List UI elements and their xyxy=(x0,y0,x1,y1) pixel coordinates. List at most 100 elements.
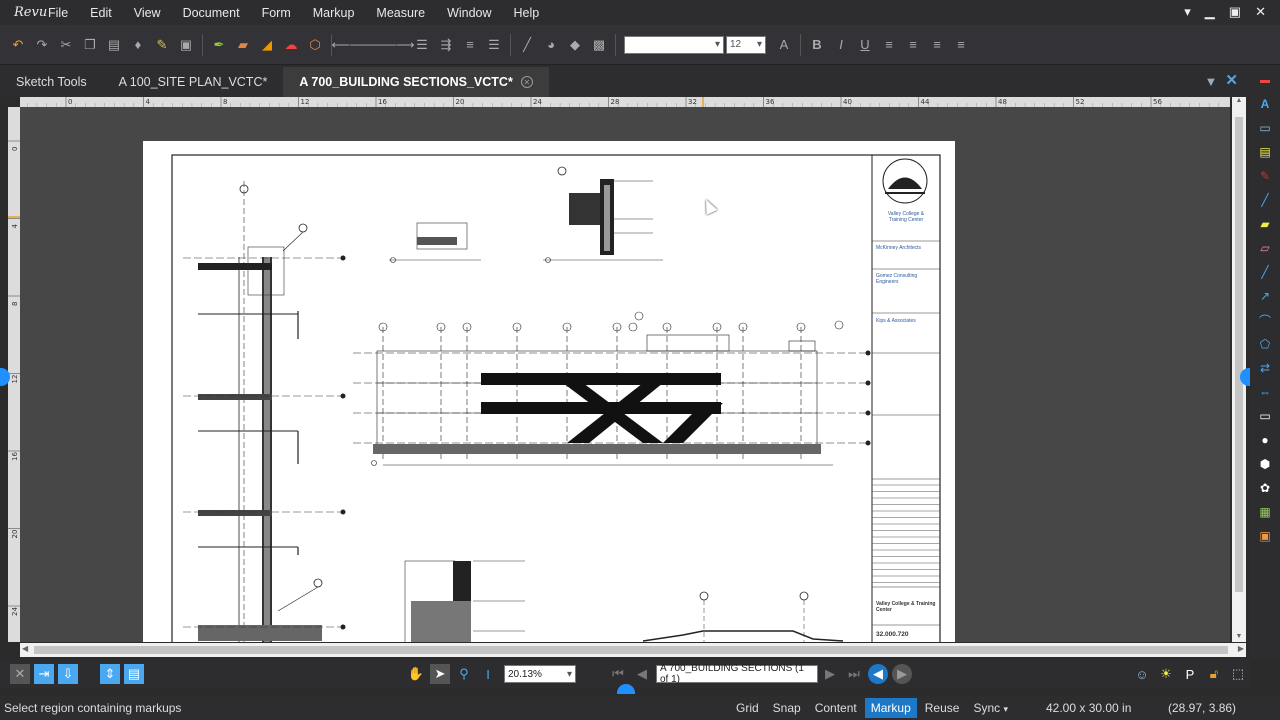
scroll-up-icon[interactable]: ▲ xyxy=(1232,97,1246,104)
tab-sketch-tools[interactable]: Sketch Tools xyxy=(0,67,103,97)
align-left-icon[interactable]: ≡ xyxy=(903,35,923,55)
arrow-tool-icon[interactable]: ↗ xyxy=(1256,287,1274,305)
pdf-icon[interactable]: P xyxy=(1180,664,1200,684)
scroll-down-icon[interactable]: ▼ xyxy=(1232,633,1246,640)
first-page-icon[interactable]: ⏮ xyxy=(608,664,628,684)
fill-color-icon[interactable]: ◕ xyxy=(541,35,561,55)
scroll-left-icon[interactable]: ◀ xyxy=(22,644,28,653)
scroll-thumb[interactable] xyxy=(1235,117,1243,592)
scroll-thumb[interactable] xyxy=(34,646,1228,654)
document-canvas[interactable]: Valley College & Training Center McKinne… xyxy=(20,107,1230,642)
previous-page-icon[interactable]: ◀ xyxy=(632,664,652,684)
polygon-icon[interactable]: ⬡ xyxy=(305,35,325,55)
last-page-icon[interactable]: ⏭ xyxy=(844,664,864,684)
zoom-level-select[interactable]: 20.13% ▾ xyxy=(504,665,576,683)
eraser-tool-icon[interactable]: ▱ xyxy=(1256,239,1274,257)
polygon-tool-icon[interactable]: ⬢ xyxy=(1256,455,1274,473)
menu-file[interactable]: File xyxy=(40,6,82,20)
fit-width-icon[interactable]: ▤ xyxy=(124,664,144,684)
undo-icon[interactable]: ↶ xyxy=(8,35,28,55)
polyline-icon[interactable]: ⬠ xyxy=(1256,335,1274,353)
lightbulb-icon[interactable]: ☀ xyxy=(1156,664,1176,684)
stamp-tool-icon[interactable]: ▣ xyxy=(1256,527,1274,545)
align-center-icon[interactable]: ≡ xyxy=(927,35,947,55)
ellipse-icon[interactable]: ● xyxy=(1256,431,1274,449)
camera-icon[interactable]: ▣ xyxy=(176,35,196,55)
menu-document[interactable]: Document xyxy=(175,6,254,20)
import-icon[interactable]: ⇥ xyxy=(34,664,54,684)
note-icon[interactable]: ▤ xyxy=(1256,143,1274,161)
highlight-tool-icon[interactable]: ▰ xyxy=(1256,215,1274,233)
zoom-icon[interactable]: ⚲ xyxy=(454,664,474,684)
close-icon[interactable]: ✕ xyxy=(1255,4,1266,20)
strikethrough-icon[interactable]: ≡ xyxy=(879,35,899,55)
line-tool-icon[interactable]: ╱ xyxy=(1256,191,1274,209)
content-toggle[interactable]: Content xyxy=(809,698,863,718)
list-icon[interactable]: ☰ xyxy=(412,35,432,55)
dimension-icon[interactable]: ⇄ xyxy=(1256,359,1274,377)
page-select[interactable]: A 700_BUILDING SECTIONS (1 of 1) xyxy=(656,663,818,685)
dropdown-arrow-icon[interactable]: ▾ xyxy=(1184,4,1191,20)
user-icon[interactable]: ☺ xyxy=(1132,664,1152,684)
tag-icon[interactable]: ⬚ xyxy=(1228,664,1248,684)
close-tab-icon[interactable]: ✕ xyxy=(520,76,533,88)
menu-help[interactable]: Help xyxy=(506,6,554,20)
rectangle-icon[interactable]: ▭ xyxy=(1256,407,1274,425)
pen-tool-icon[interactable]: ✎ xyxy=(1256,167,1274,185)
arrow-line-icon[interactable]: ⟵─────⟶ xyxy=(331,35,414,55)
cloud-tool-icon[interactable]: ✿ xyxy=(1256,479,1274,497)
text-tool-icon[interactable]: A xyxy=(1256,95,1274,113)
underline-icon[interactable]: U xyxy=(855,35,875,55)
opacity-icon[interactable]: ◆ xyxy=(565,35,585,55)
highlighter-icon[interactable]: ▰ xyxy=(233,35,253,55)
measure-icon[interactable]: ⇔ xyxy=(1256,383,1274,401)
sync-toggle[interactable]: Sync ▾ xyxy=(967,698,1014,718)
select-arrow-icon[interactable]: ➤ xyxy=(430,664,450,684)
italic-icon[interactable]: I xyxy=(831,35,851,55)
hatch-icon[interactable]: ▩ xyxy=(589,35,609,55)
reuse-toggle[interactable]: Reuse xyxy=(919,698,966,718)
tab-list-icon[interactable]: ▼ xyxy=(1205,74,1218,89)
menu-measure[interactable]: Measure xyxy=(368,6,439,20)
pen-icon[interactable]: ✒ xyxy=(209,35,229,55)
menu-edit[interactable]: Edit xyxy=(82,6,126,20)
delete-icon[interactable]: ✕ xyxy=(10,664,30,684)
paste-icon[interactable]: ▤ xyxy=(104,35,124,55)
arc-tool-icon[interactable]: ⌒ xyxy=(1256,311,1274,329)
select-text-icon[interactable]: I xyxy=(478,664,498,684)
snap-toggle[interactable]: Snap xyxy=(767,698,807,718)
maximize-icon[interactable]: ▣ xyxy=(1229,4,1241,20)
back-view-icon[interactable]: ◀ xyxy=(868,664,888,684)
cloud-icon[interactable]: ☁ xyxy=(281,35,301,55)
cut-icon[interactable]: ✂ xyxy=(56,35,76,55)
horizontal-scrollbar[interactable]: ◀ ▶ xyxy=(20,643,1246,657)
eraser-icon[interactable]: ◢ xyxy=(257,35,277,55)
indent-icon[interactable]: ⇶ xyxy=(436,35,456,55)
line-weight-icon[interactable]: ☰ xyxy=(484,35,504,55)
forward-view-icon[interactable]: ▶ xyxy=(892,664,912,684)
font-name-select[interactable]: ▾ xyxy=(624,35,724,54)
menu-view[interactable]: View xyxy=(126,6,175,20)
export-icon[interactable]: ⇩ xyxy=(58,664,78,684)
tab-building-sections[interactable]: A 700_BUILDING SECTIONS_VCTC* ✕ xyxy=(283,67,549,97)
menu-window[interactable]: Window xyxy=(439,6,505,20)
next-page-icon[interactable]: ▶ xyxy=(820,664,840,684)
align-right-icon[interactable]: ≡ xyxy=(951,35,971,55)
stamp-icon[interactable]: ♦ xyxy=(128,35,148,55)
minimize-icon[interactable]: ▁ xyxy=(1205,4,1215,20)
scroll-right-icon[interactable]: ▶ xyxy=(1238,644,1244,653)
bold-icon[interactable]: B xyxy=(807,35,827,55)
brush-icon[interactable]: ✎ xyxy=(152,35,172,55)
font-color-icon[interactable]: A xyxy=(774,35,794,55)
menu-form[interactable]: Form xyxy=(254,6,305,20)
lock-icon[interactable]: 🔓︎ xyxy=(1204,664,1224,684)
font-size-select[interactable]: 12 ▾ xyxy=(726,35,766,54)
line-style-icon[interactable]: ≡ xyxy=(460,35,480,55)
copy-icon[interactable]: ❐ xyxy=(80,35,100,55)
typewriter-icon[interactable]: ▭ xyxy=(1256,119,1274,137)
image-icon[interactable]: ▦ xyxy=(1256,503,1274,521)
redo-icon[interactable]: ↷ xyxy=(32,35,52,55)
pan-hand-icon[interactable]: ✋ xyxy=(406,664,426,684)
close-panel-icon[interactable]: ▬ xyxy=(1256,71,1274,89)
fit-page-icon[interactable]: ⇕ xyxy=(100,664,120,684)
